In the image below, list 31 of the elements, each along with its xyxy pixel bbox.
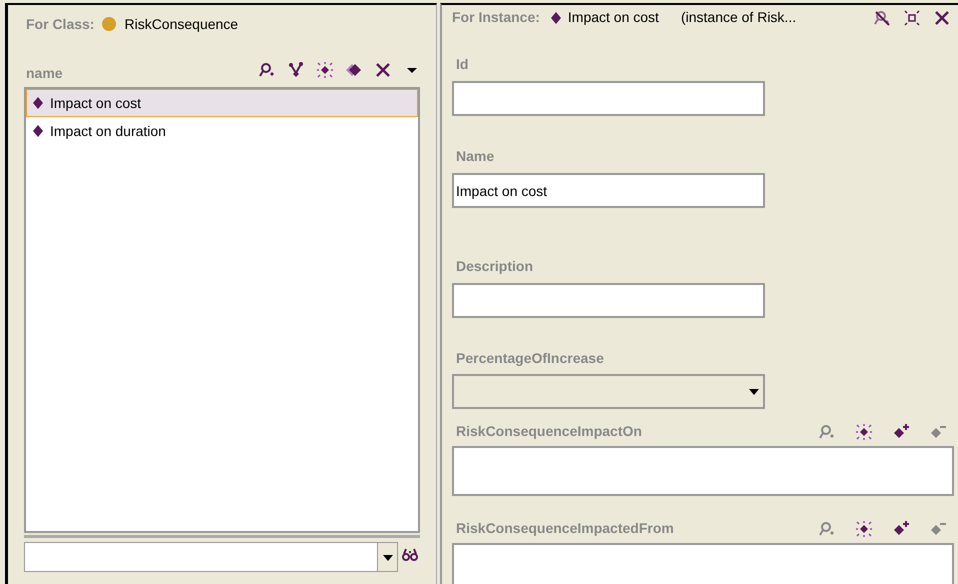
field-label: RiskConsequenceImpactOn	[456, 423, 642, 439]
burst-icon[interactable]	[854, 519, 874, 539]
field-label: Id	[456, 56, 468, 72]
burst-icon[interactable]	[315, 60, 335, 80]
instance-name: Impact on cost	[568, 8, 659, 27]
field-label: Description	[456, 258, 534, 274]
field-label: PercentageOfIncrease	[456, 350, 604, 366]
nodes-icon[interactable]	[286, 60, 306, 80]
text-field[interactable]	[452, 283, 765, 318]
burst-icon[interactable]	[854, 422, 874, 442]
text-field[interactable]	[452, 81, 765, 116]
circle-icon	[102, 17, 116, 31]
instance-type: (instance of Risk...	[680, 8, 798, 27]
dropdown-field[interactable]	[452, 374, 765, 409]
search-field[interactable]	[24, 542, 398, 572]
field-label: RiskConsequenceImpactedFrom	[456, 520, 674, 536]
caret-icon	[382, 555, 392, 561]
panel-label: For Class:	[26, 14, 94, 34]
diamond-icon	[550, 12, 562, 24]
class-name: RiskConsequence	[124, 14, 238, 34]
diamond-icon	[32, 125, 44, 137]
field-label: Name	[456, 148, 494, 164]
diamond-icon	[32, 97, 44, 109]
column-header: name	[26, 64, 64, 83]
list-item[interactable]: Impact on cost	[26, 89, 418, 117]
panel-label: For Instance:	[452, 8, 540, 27]
caret-icon	[749, 388, 759, 394]
dropdown-button[interactable]	[377, 543, 397, 571]
list-item[interactable]: Impact on duration	[26, 117, 418, 145]
burst-icon[interactable]	[902, 8, 922, 28]
text-field[interactable]: Impact on cost	[452, 173, 765, 208]
